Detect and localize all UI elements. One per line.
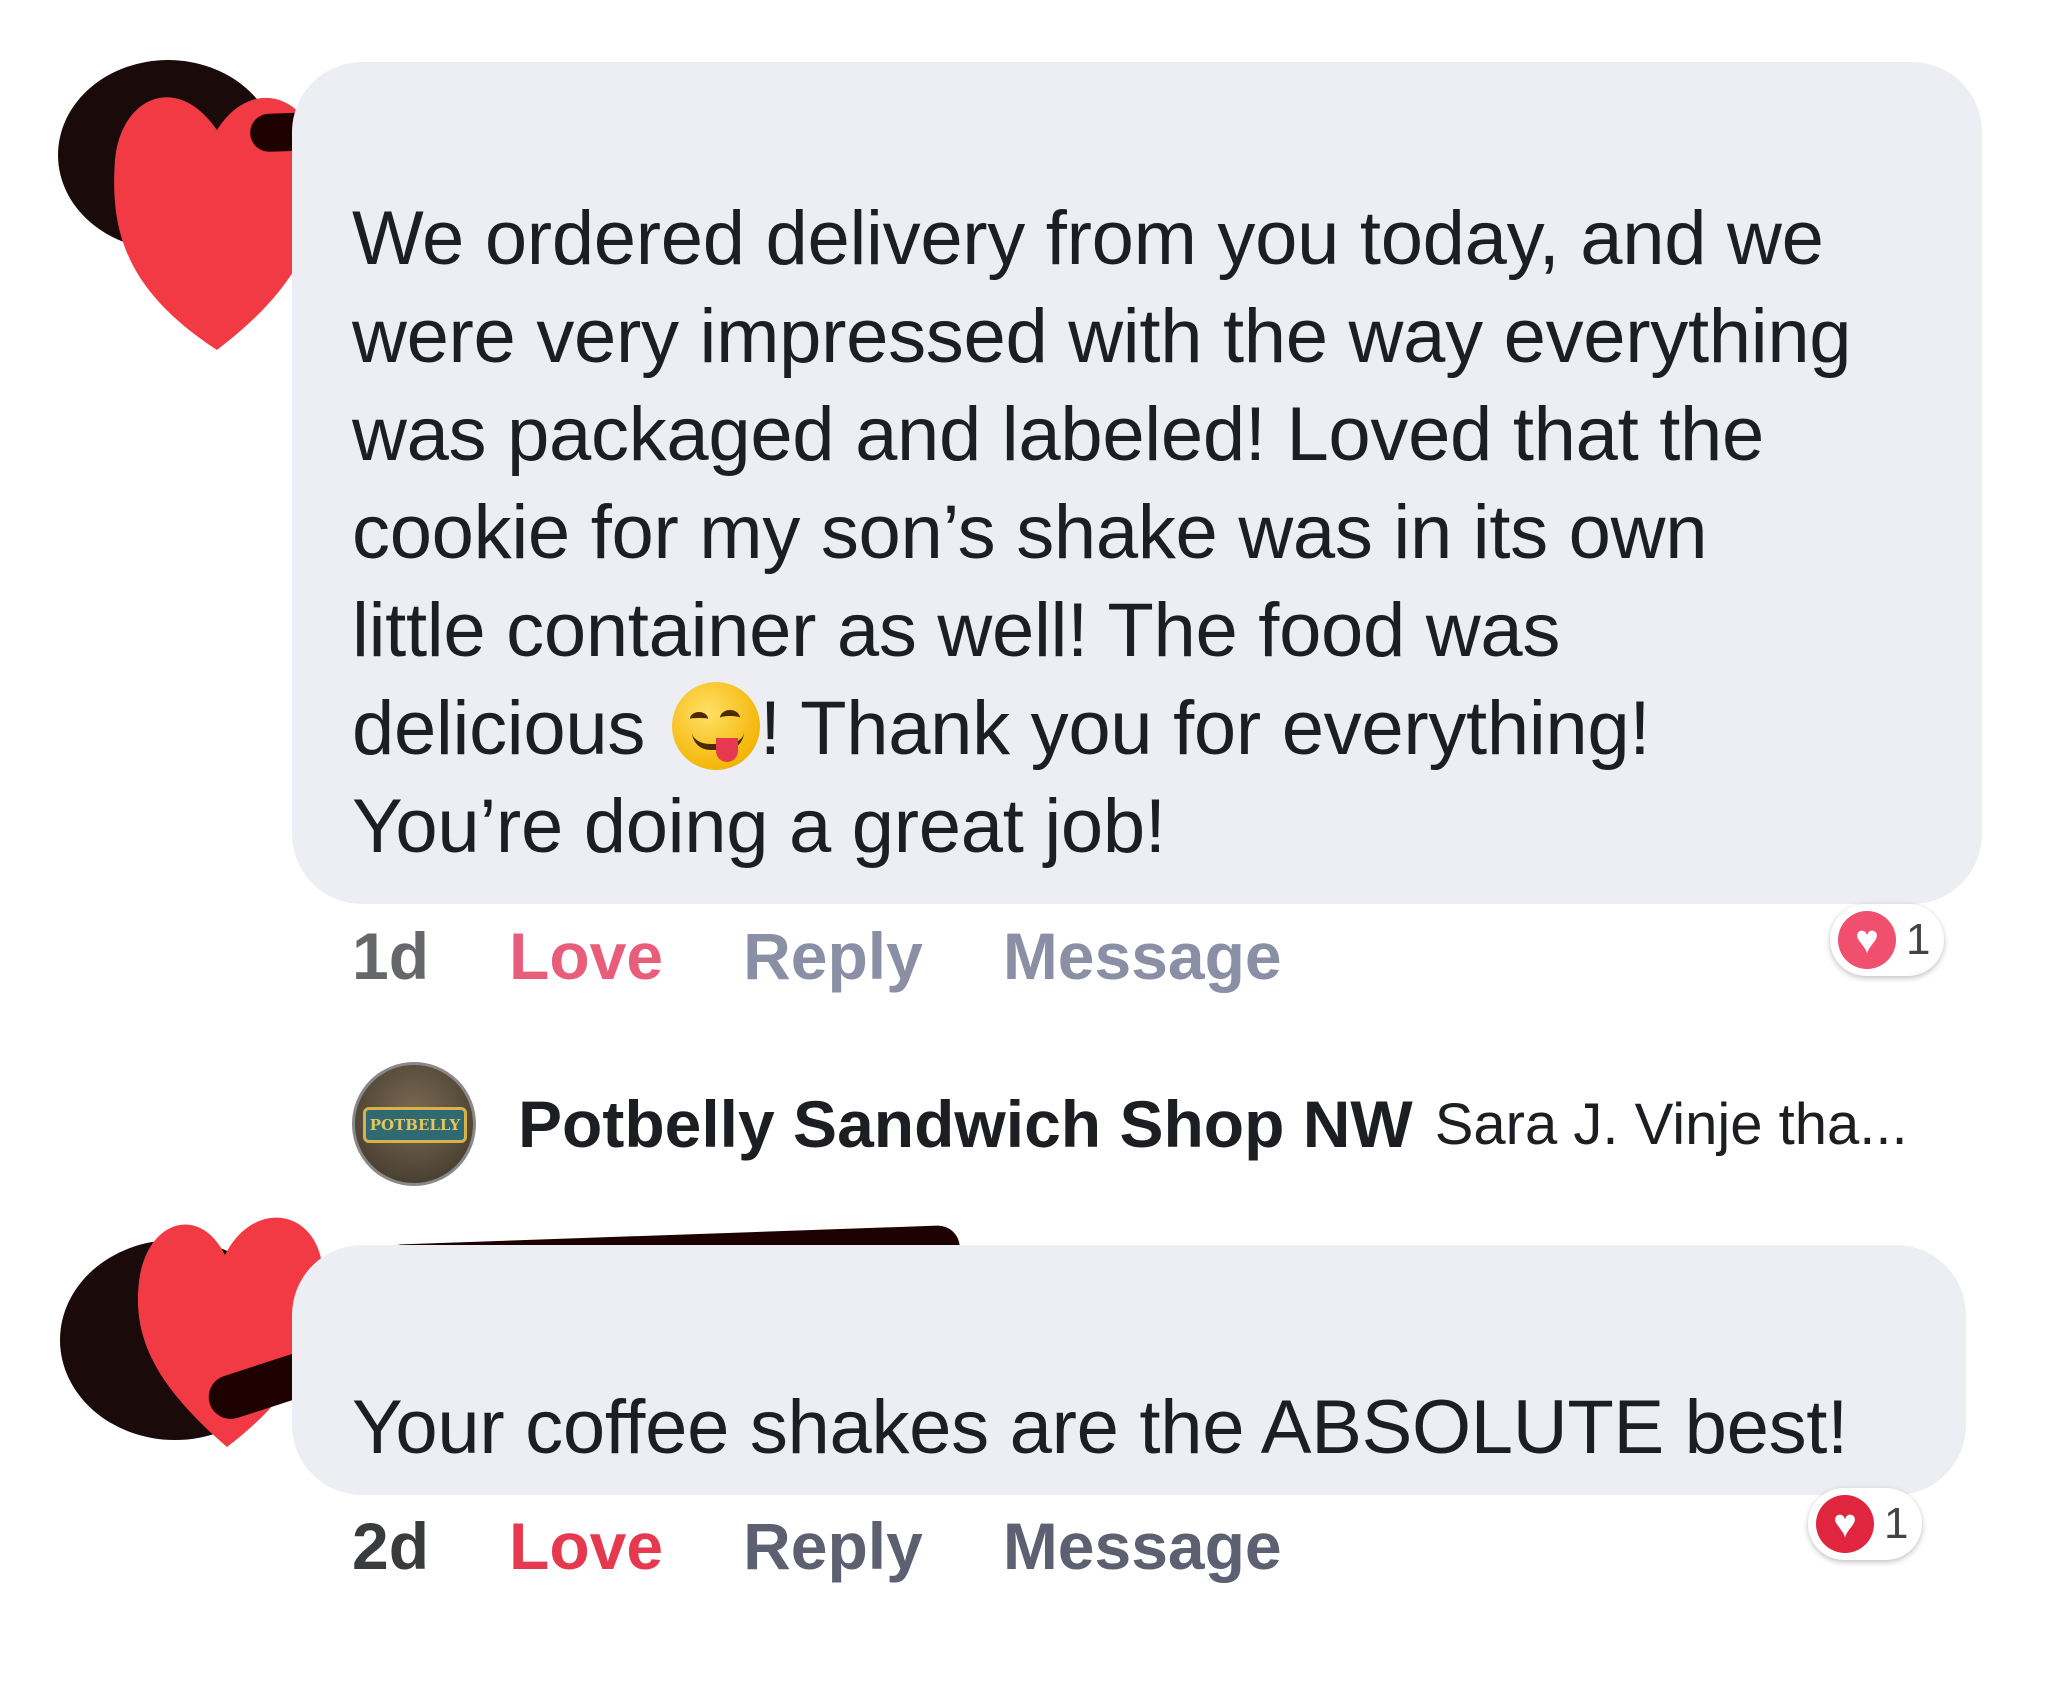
love-button[interactable]: Love [509, 918, 663, 994]
face-savoring-food-emoji-icon [671, 682, 760, 770]
reaction-summary[interactable]: ♥ 1 [1830, 904, 1945, 976]
timestamp[interactable]: 1d [352, 918, 429, 994]
comment-text: We ordered delivery from you today, and … [352, 190, 1922, 876]
reaction-count: 1 [1884, 1499, 1909, 1548]
comment-actions: 1d Love Reply Message [352, 918, 1362, 994]
reaction-count: 1 [1906, 915, 1931, 964]
heart-icon: ♥ [1838, 911, 1896, 969]
love-button[interactable]: Love [509, 1508, 663, 1584]
timestamp[interactable]: 2d [352, 1508, 429, 1584]
comment-bubble: Your coffee shakes are the ABSOLUTE best… [292, 1245, 1966, 1495]
message-button[interactable]: Message [1003, 1508, 1282, 1584]
reply-button[interactable]: Reply [743, 1508, 923, 1584]
reaction-summary[interactable]: ♥ 1 [1808, 1488, 1923, 1560]
page-avatar[interactable]: POTBELLY [352, 1062, 476, 1186]
page-reply-preview[interactable]: POTBELLY Potbelly Sandwich Shop NW Sara … [352, 1062, 1908, 1186]
message-button[interactable]: Message [1003, 918, 1282, 994]
heart-icon: ♥ [1816, 1495, 1874, 1553]
comment-actions: 2d Love Reply Message [352, 1508, 1362, 1584]
page-avatar-logo: POTBELLY [363, 1107, 467, 1143]
comment-text-part: We ordered delivery from you today, and … [352, 196, 1852, 771]
comment-text: Your coffee shakes are the ABSOLUTE best… [352, 1385, 1848, 1470]
page-reply-text: Sara J. Vinje tha... [1434, 1091, 1908, 1157]
comment-bubble: We ordered delivery from you today, and … [292, 62, 1982, 904]
reply-button[interactable]: Reply [743, 918, 923, 994]
page-name[interactable]: Potbelly Sandwich Shop NW [518, 1086, 1413, 1162]
